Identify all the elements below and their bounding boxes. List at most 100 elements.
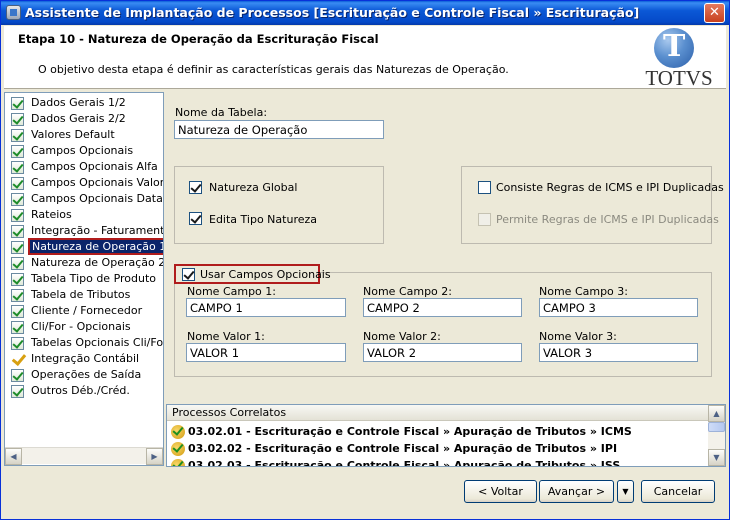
tree-item-label: Dados Gerais 2/2: [31, 112, 126, 125]
related-process-item[interactable]: 03.02.02 - Escrituração e Controle Fisca…: [171, 440, 706, 457]
tree-item[interactable]: Tabela de Tributos: [9, 287, 161, 303]
tree-item[interactable]: Operações de Saída: [9, 367, 161, 383]
logo-mark: T: [663, 29, 686, 64]
tree-item-label: Tabelas Opcionais Cli/For: [31, 336, 164, 349]
tree-item[interactable]: Dados Gerais 2/2: [9, 111, 161, 127]
tree-item[interactable]: Campos Opcionais Alfa: [9, 159, 161, 175]
tree-item[interactable]: Dados Gerais 1/2: [9, 95, 161, 111]
tree-item-label: Tabela de Tributos: [31, 288, 131, 301]
table-name-input[interactable]: [174, 120, 384, 139]
tree-item-label: Natureza de Operação 2/2: [31, 256, 164, 269]
related-vertical-scrollbar[interactable]: ▲ ▼: [708, 405, 725, 466]
scroll-down-button[interactable]: ▼: [708, 449, 725, 466]
tree-item-label: Campos Opcionais Alfa: [31, 160, 158, 173]
step-check-icon: [11, 257, 24, 270]
tree-item[interactable]: Cliente / Fornecedor: [9, 303, 161, 319]
related-process-label: 03.02.01 - Escrituração e Controle Fisca…: [188, 425, 632, 438]
natureza-global-label: Natureza Global: [209, 181, 298, 194]
campo1-label: Nome Campo 1:: [187, 285, 276, 298]
campo1-input[interactable]: [186, 298, 346, 317]
step-check-icon: [11, 337, 24, 350]
step-check-icon: [11, 369, 24, 382]
step-check-icon: [11, 97, 24, 110]
usar-campos-opcionais-label: Usar Campos Opcionais: [200, 268, 331, 281]
scroll-up-button[interactable]: ▲: [708, 405, 725, 422]
tree-item-label: Cli/For - Opcionais: [31, 320, 131, 333]
tree-item-label: Operações de Saída: [31, 368, 142, 381]
table-name-label: Nome da Tabela:: [175, 106, 268, 119]
close-button[interactable]: ✕: [704, 3, 725, 23]
totvs-logo: T TOTVS: [644, 28, 714, 90]
edita-tipo-natureza-checkbox[interactable]: [189, 212, 202, 225]
tree-item[interactable]: Outros Déb./Créd.: [9, 383, 161, 399]
step-check-icon: [11, 193, 24, 206]
tree-item[interactable]: Campos Opcionais Data: [9, 191, 163, 207]
tree-item[interactable]: Rateios: [9, 207, 161, 223]
steps-tree[interactable]: Dados Gerais 1/2 Dados Gerais 2/2 Valores …: [4, 92, 164, 466]
step-check-icon: [11, 241, 24, 254]
scroll-thumb[interactable]: [708, 422, 725, 432]
step-check-icon: [11, 385, 24, 398]
tree-item[interactable]: Valores Default: [9, 127, 161, 143]
next-menu-button[interactable]: ▼: [617, 480, 634, 503]
tree-item-label: Campos Opcionais Data: [31, 192, 163, 205]
campo2-input[interactable]: [363, 298, 522, 317]
scroll-left-button[interactable]: ◀: [5, 448, 22, 465]
related-processes-list[interactable]: Processos Correlatos 03.02.01 - Escritur…: [166, 404, 726, 467]
tree-item-label: Outros Déb./Créd.: [31, 384, 130, 397]
tree-item-label: Campos Opcionais Valor: [31, 176, 164, 189]
tree-item-label: Dados Gerais 1/2: [31, 96, 126, 109]
tree-item[interactable]: Natureza de Operação 1/2: [9, 238, 163, 255]
tree-item-label: Integração - Faturamento: [31, 224, 164, 237]
process-check-icon: [171, 459, 185, 466]
tree-item-label: Tabela Tipo de Produto: [31, 272, 157, 285]
natureza-global-checkbox[interactable]: [189, 181, 202, 194]
permite-regras-checkbox[interactable]: [478, 213, 491, 226]
related-process-item[interactable]: 03.02.01 - Escrituração e Controle Fisca…: [171, 423, 706, 440]
valor2-input[interactable]: [363, 343, 522, 362]
valor3-input[interactable]: [539, 343, 698, 362]
tree-item[interactable]: Campos Opcionais: [9, 143, 161, 159]
process-check-icon: [171, 442, 185, 456]
step-check-icon: [11, 161, 24, 174]
cancel-button[interactable]: Cancelar: [641, 480, 715, 503]
tree-item-label: Integração Contábil: [31, 352, 140, 365]
tree-item[interactable]: Tabelas Opcionais Cli/For: [9, 335, 164, 351]
usar-campos-opcionais-checkbox[interactable]: [182, 268, 195, 281]
related-process-label: 03.02.02 - Escrituração e Controle Fisca…: [188, 442, 618, 455]
step-check-icon: [11, 145, 24, 158]
ok-mark-icon: [11, 353, 24, 366]
title-bar[interactable]: Assistente de Implantação de Processos […: [1, 1, 729, 25]
tree-item[interactable]: Campos Opcionais Valor: [9, 175, 164, 191]
tree-horizontal-scrollbar[interactable]: ◀ ▶: [5, 447, 163, 465]
related-process-label: 03.02.03 - Escrituração e Controle Fisca…: [188, 459, 621, 467]
process-check-icon: [171, 425, 185, 439]
tree-item[interactable]: Integração Contábil: [9, 351, 161, 367]
campo2-label: Nome Campo 2:: [363, 285, 452, 298]
related-process-item[interactable]: 03.02.03 - Escrituração e Controle Fisca…: [171, 457, 706, 467]
campo3-input[interactable]: [539, 298, 698, 317]
tree-item[interactable]: Tabela Tipo de Produto: [9, 271, 161, 287]
regras-options-group: Consiste Regras de ICMS e IPI Duplicadas…: [461, 166, 724, 244]
tree-item-label: Valores Default: [31, 128, 115, 141]
step-check-icon: [11, 289, 24, 302]
app-icon: [6, 5, 21, 20]
valor1-label: Nome Valor 1:: [187, 330, 265, 343]
step-title: Etapa 10 - Natureza de Operação da Escri…: [18, 32, 379, 46]
step-description: O objetivo desta etapa é definir as cara…: [38, 63, 509, 76]
consiste-regras-checkbox[interactable]: [478, 181, 491, 194]
next-button[interactable]: Avançar >: [539, 480, 614, 503]
tree-item-label: Rateios: [31, 208, 72, 221]
tree-item[interactable]: Cli/For - Opcionais: [9, 319, 161, 335]
tree-item[interactable]: Natureza de Operação 2/2: [9, 255, 164, 271]
campo3-label: Nome Campo 3:: [539, 285, 628, 298]
step-header: Etapa 10 - Natureza de Operação da Escri…: [4, 26, 726, 90]
natureza-options-group: Natureza Global Edita Tipo Natureza: [174, 166, 384, 244]
scroll-right-button[interactable]: ▶: [146, 448, 163, 465]
tree-item-label: Campos Opcionais: [31, 144, 134, 157]
back-button[interactable]: < Voltar: [464, 480, 537, 503]
tree-item[interactable]: Integração - Faturamento: [9, 223, 164, 239]
permite-regras-label: Permite Regras de ICMS e IPI Duplicadas: [496, 213, 719, 226]
related-processes-header: Processos Correlatos: [167, 405, 708, 421]
valor1-input[interactable]: [186, 343, 346, 362]
